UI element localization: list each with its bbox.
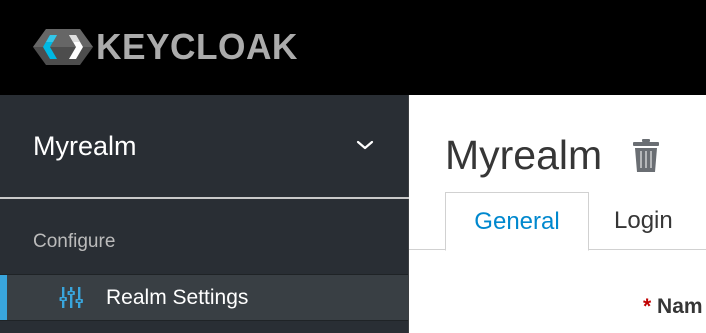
tab-general[interactable]: General: [445, 192, 589, 251]
chevron-down-icon: [356, 140, 374, 150]
keycloak-admin-console: KEYCLOAK Myrealm Configure Realm Setting…: [0, 0, 706, 333]
tab-login[interactable]: Login: [614, 192, 673, 250]
required-marker: *: [643, 295, 652, 318]
brand-name: KEYCLOAK: [96, 26, 298, 67]
sliders-icon: [59, 287, 83, 308]
realm-tabs: General Login: [409, 192, 706, 251]
top-navbar: KEYCLOAK: [0, 0, 706, 95]
trash-icon[interactable]: [632, 139, 660, 172]
realm-selector-label: Myrealm: [33, 131, 137, 161]
active-indicator: [0, 275, 7, 320]
name-field-label: * Nam: [643, 295, 703, 319]
sidebar-item-realm-settings[interactable]: Realm Settings: [0, 274, 408, 321]
sidebar-item-label: Realm Settings: [106, 286, 249, 309]
sidebar: Myrealm Configure Realm Settings: [0, 95, 409, 333]
page-title: Myrealm: [445, 132, 603, 178]
keycloak-logo-icon: [33, 29, 93, 65]
sidebar-section-configure: Configure: [33, 231, 116, 252]
brand[interactable]: KEYCLOAK: [32, 27, 302, 67]
sidebar-next-item: [0, 321, 408, 333]
main-content: Myrealm General Login * Nam: [409, 95, 706, 333]
realm-selector[interactable]: Myrealm: [0, 95, 409, 199]
name-label-text: Nam: [657, 295, 703, 318]
